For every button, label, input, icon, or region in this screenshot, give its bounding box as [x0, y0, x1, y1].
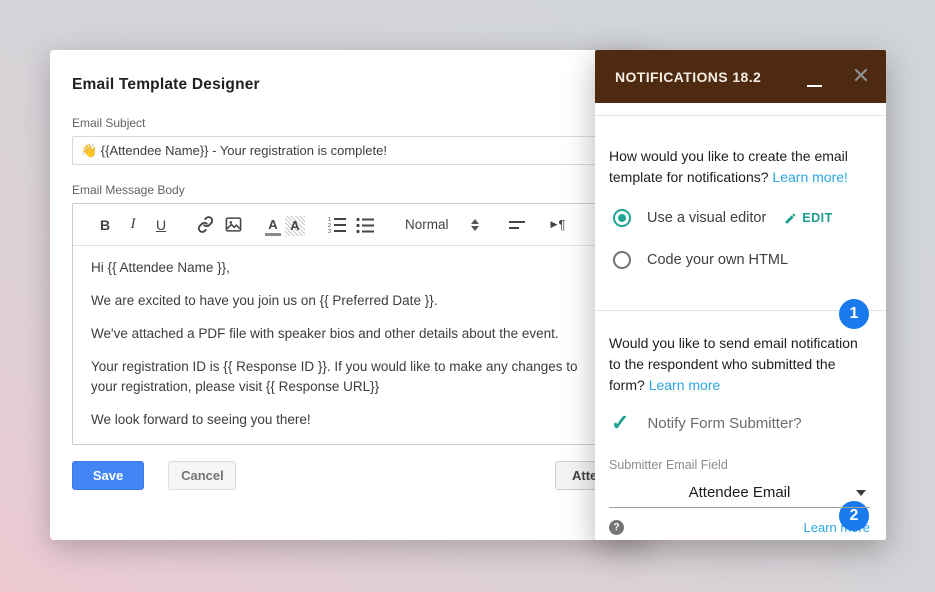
learn-more-link-2[interactable]: Learn more: [649, 377, 721, 393]
pencil-icon: [784, 212, 797, 225]
option-code-html[interactable]: Code your own HTML: [609, 248, 870, 272]
underline-button[interactable]: U: [149, 213, 173, 237]
panel-footer: ? Learn more: [609, 520, 870, 535]
help-icon[interactable]: ?: [609, 520, 624, 535]
body-paragraph: Your registration ID is {{ Response ID }…: [91, 357, 593, 397]
cancel-button[interactable]: Cancel: [168, 461, 236, 490]
notify-form-submitter-toggle[interactable]: ✓ Notify Form Submitter?: [609, 410, 870, 436]
submitter-email-select[interactable]: Attendee Email: [609, 478, 870, 508]
body-paragraph: Hi {{ Attendee Name }},: [91, 258, 593, 278]
page-title: Email Template Designer: [72, 76, 628, 94]
format-select-value: Normal: [405, 217, 449, 232]
edit-button[interactable]: EDIT: [784, 211, 832, 225]
link-icon: [197, 216, 214, 233]
radio-selected-icon[interactable]: [613, 209, 631, 227]
question-notify-respondent: Would you like to send email notificatio…: [609, 333, 870, 396]
divider: [595, 115, 886, 116]
image-button[interactable]: [221, 213, 245, 237]
text-color-button[interactable]: A: [265, 217, 281, 236]
radio-unselected-icon[interactable]: [613, 251, 631, 269]
bullet-list-button[interactable]: [353, 213, 377, 237]
learn-more-link-1[interactable]: Learn more!: [772, 169, 847, 185]
align-button[interactable]: [509, 221, 525, 229]
notifications-title: NOTIFICATIONS 18.2: [615, 69, 761, 85]
submitter-email-select-value: Attendee Email: [609, 484, 870, 501]
body-paragraph: We are excited to have you join us on {{…: [91, 291, 593, 311]
email-body-label: Email Message Body: [72, 183, 628, 197]
email-subject-label: Email Subject: [72, 116, 628, 130]
notifications-panel-header: NOTIFICATIONS 18.2 ✕: [595, 50, 886, 103]
option-code-html-label: Code your own HTML: [647, 252, 788, 268]
editor-toolbar: B I U A A: [73, 204, 611, 246]
notifications-panel: NOTIFICATIONS 18.2 ✕ How would you like …: [595, 50, 886, 540]
bullet-list-icon: [356, 216, 374, 234]
email-subject-input[interactable]: [72, 136, 612, 165]
edit-button-label: EDIT: [802, 211, 832, 225]
ordered-list-icon: 1 2 3: [328, 216, 346, 234]
body-paragraph: We look forward to seeing you there!: [91, 410, 593, 430]
close-icon[interactable]: ✕: [849, 64, 873, 88]
svg-text:3: 3: [328, 229, 331, 234]
direction-arrow-icon: ▶: [551, 219, 558, 229]
question-create-template: How would you like to create the email t…: [609, 146, 870, 188]
checkmark-icon: ✓: [611, 412, 629, 434]
align-icon: [509, 221, 525, 223]
ordered-list-button[interactable]: 1 2 3: [325, 213, 349, 237]
rich-text-editor: B I U A A: [72, 203, 612, 445]
submitter-email-field-label: Submitter Email Field: [609, 458, 870, 472]
option-visual-editor-label: Use a visual editor: [647, 210, 766, 226]
dialog-actions: Save Cancel Attende: [72, 461, 628, 491]
minimize-icon[interactable]: [807, 85, 822, 87]
format-select[interactable]: Normal: [405, 217, 479, 232]
email-template-designer-dialog: Email Template Designer Email Subject Em…: [50, 50, 650, 540]
bold-button[interactable]: B: [93, 213, 117, 237]
save-button[interactable]: Save: [72, 461, 144, 490]
option-visual-editor[interactable]: Use a visual editor EDIT: [609, 206, 870, 230]
body-paragraph: We've attached a PDF file with speaker b…: [91, 324, 593, 344]
email-body-textarea[interactable]: Hi {{ Attendee Name }}, We are excited t…: [73, 246, 611, 430]
notify-form-submitter-label: Notify Form Submitter?: [647, 415, 801, 432]
image-icon: [225, 216, 242, 233]
chevron-down-icon: [856, 490, 866, 496]
desktop-background: Email Template Designer Email Subject Em…: [0, 0, 935, 592]
italic-button[interactable]: I: [121, 213, 145, 237]
background-color-button[interactable]: A: [285, 216, 305, 236]
chevron-up-down-icon: [471, 219, 479, 231]
step-badge-1: 1: [839, 299, 869, 329]
link-button[interactable]: [193, 213, 217, 237]
text-direction-button[interactable]: ▶¶: [551, 217, 566, 232]
notifications-panel-body: How would you like to create the email t…: [595, 146, 886, 535]
